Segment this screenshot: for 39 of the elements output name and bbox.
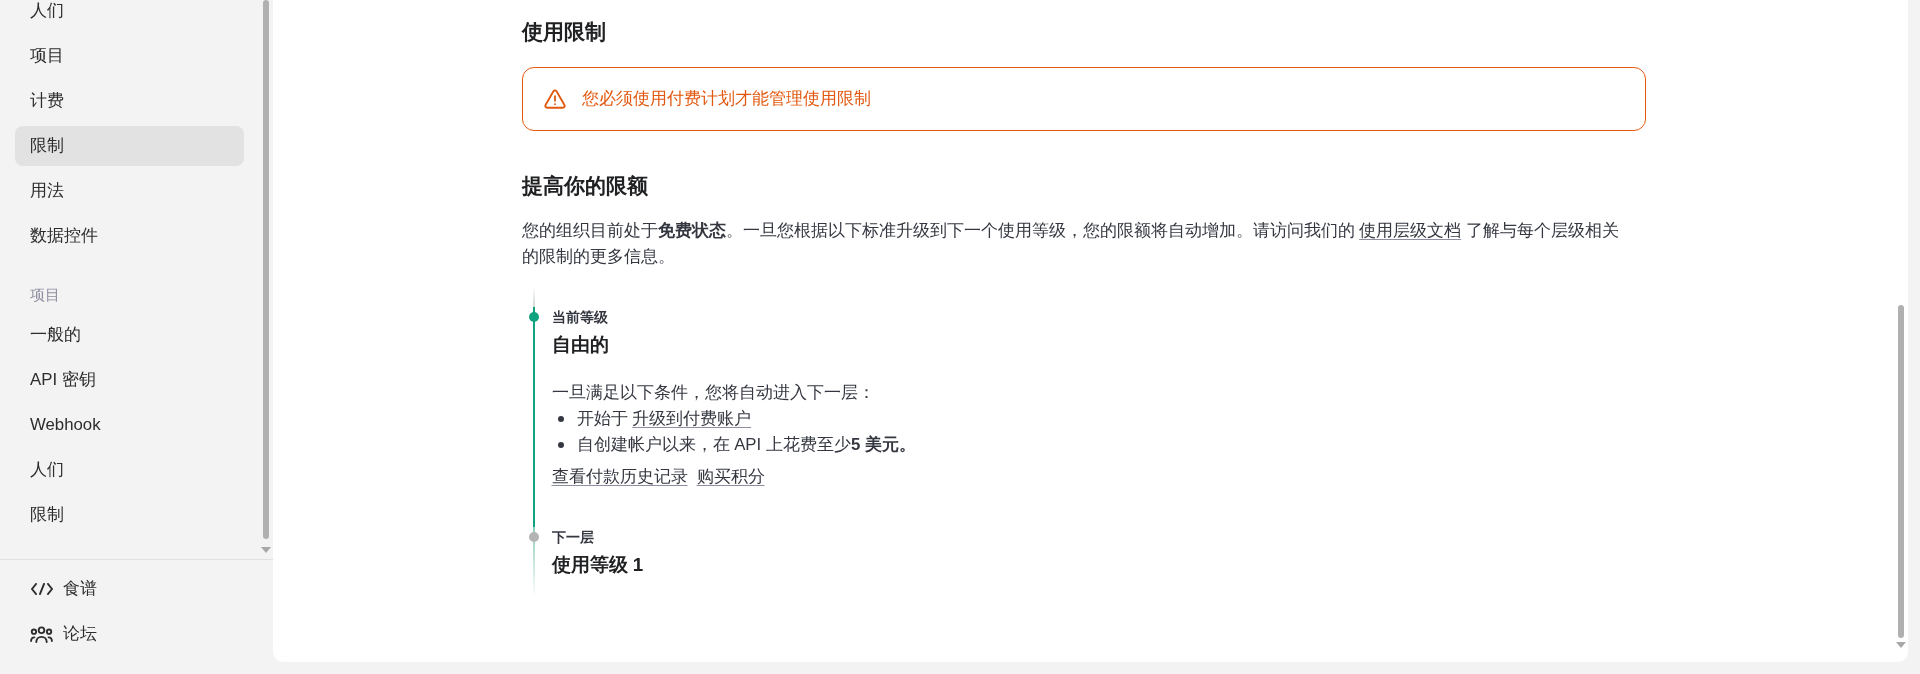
sidebar-item[interactable]: API 密钥 xyxy=(15,360,244,400)
people-icon xyxy=(30,625,53,643)
alert-message: 您必须使用付费计划才能管理使用限制 xyxy=(581,88,871,111)
code-icon xyxy=(30,583,53,595)
section-title: 提高你的限额 xyxy=(521,173,649,199)
tier-label: 下一层 xyxy=(551,528,595,547)
scroll-down-arrow-icon[interactable] xyxy=(261,547,271,553)
tier-action-link[interactable]: 购买积分 xyxy=(696,464,765,490)
sidebar-item[interactable]: 计费 xyxy=(15,81,244,121)
sidebar-item[interactable]: 用法 xyxy=(15,171,244,211)
warning-icon xyxy=(543,89,566,109)
sidebar-section-heading: 项目 xyxy=(29,285,61,305)
sidebar-item[interactable]: 数据控件 xyxy=(15,216,244,256)
timeline-line xyxy=(532,287,535,307)
bullet-icon xyxy=(557,416,564,422)
sidebar-item[interactable]: Webhook xyxy=(15,405,244,445)
sidebar-item[interactable]: 限制 xyxy=(15,495,244,535)
tier-docs-link[interactable]: 使用层级文档 xyxy=(1359,221,1462,240)
tier-name: 使用等级 1 xyxy=(551,553,645,577)
condition-text: 自创建帐户以来，在 API 上花费至少5 美元。 xyxy=(576,434,916,456)
scrollbar-thumb[interactable] xyxy=(263,0,269,539)
scroll-down-arrow-icon[interactable] xyxy=(1896,642,1906,648)
section-title: 使用限制 xyxy=(521,19,607,45)
tier-action-link[interactable]: 查看付款历史记录 xyxy=(551,464,688,490)
sidebar-item[interactable]: 人们 xyxy=(15,450,244,490)
conditions-intro: 一旦满足以下条件，您将自动进入下一层： xyxy=(551,382,876,404)
sidebar-item[interactable]: 人们 xyxy=(15,0,244,31)
upgrade-link[interactable]: 升级到付费账户 xyxy=(632,409,752,428)
sidebar-item[interactable]: 一般的 xyxy=(15,315,244,355)
bullet-icon xyxy=(557,442,564,448)
sidebar-item[interactable]: 项目 xyxy=(15,36,244,76)
sidebar-footer-link[interactable]: 食谱 xyxy=(15,569,258,609)
sidebar-footer-link[interactable]: 论坛 xyxy=(15,614,258,654)
sidebar-item[interactable]: 限制 xyxy=(15,126,244,166)
tier-name: 自由的 xyxy=(551,333,610,357)
scrollbar-thumb[interactable] xyxy=(1898,305,1904,638)
description-text: 您的组织目前处于免费状态。一旦您根据以下标准升级到下一个使用等级，您的限额将自动增加。请访问我们的 使用层级文档 了解与每个层级相关的限制的更多信息。 xyxy=(521,220,1620,268)
condition-text: 开始于 升级到付费账户 xyxy=(576,408,752,430)
tier-label: 当前等级 xyxy=(551,308,609,327)
